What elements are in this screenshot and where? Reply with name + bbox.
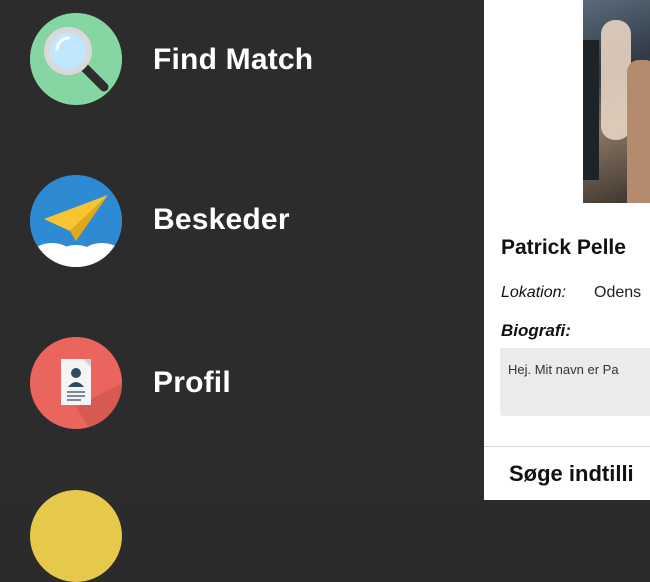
section-divider bbox=[484, 446, 650, 447]
menu-label-profile: Profil bbox=[153, 366, 231, 399]
location-value: Odens bbox=[594, 284, 642, 301]
paper-plane-icon bbox=[30, 175, 122, 267]
menu-label-find-match: Find Match bbox=[153, 43, 314, 76]
profile-name: Patrick Pelle bbox=[501, 236, 626, 259]
search-settings-title: Søge indtilli bbox=[509, 461, 634, 486]
profile-content-panel: Patrick Pelle Lokation: Odens Biografi: … bbox=[484, 0, 650, 500]
menu-item-profile[interactable]: Profil bbox=[0, 329, 484, 439]
menu-item-messages[interactable]: Beskeder bbox=[0, 165, 484, 275]
navigation-drawer: Find Match Beskeder Profil bbox=[0, 0, 484, 582]
bio-text: Hej. Mit navn er Pa bbox=[508, 362, 619, 377]
bio-textbox[interactable]: Hej. Mit navn er Pa bbox=[500, 348, 650, 416]
menu-label-messages: Beskeder bbox=[153, 203, 290, 236]
profile-document-icon bbox=[30, 337, 122, 429]
profile-photo bbox=[583, 0, 650, 203]
bio-label: Biografi: bbox=[501, 321, 571, 340]
location-label: Lokation: bbox=[501, 284, 566, 301]
menu-item-find-match[interactable]: Find Match bbox=[0, 4, 484, 114]
magnifier-icon bbox=[30, 13, 122, 105]
next-menu-icon[interactable] bbox=[30, 490, 122, 582]
